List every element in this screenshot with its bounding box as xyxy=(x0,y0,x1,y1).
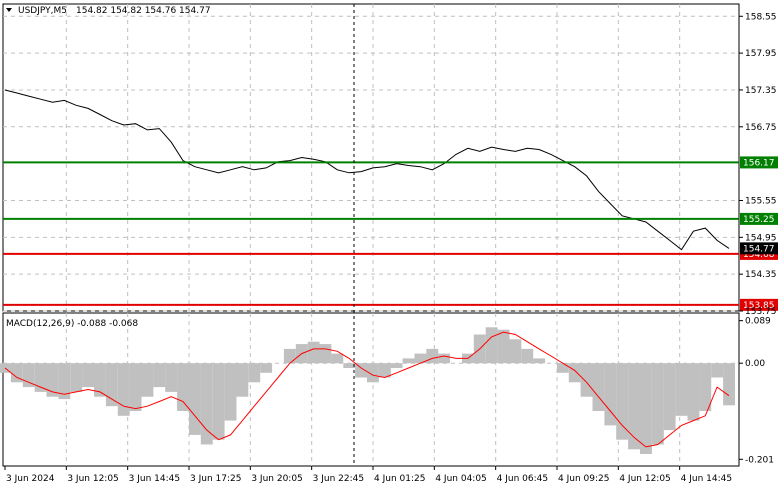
price-tick-label: 154.35 xyxy=(745,270,777,280)
price-tick-label: 157.95 xyxy=(745,49,777,59)
macd-bar xyxy=(556,363,569,373)
macd-bar xyxy=(129,363,142,411)
macd-bar xyxy=(533,358,546,364)
macd-bar xyxy=(675,363,688,416)
macd-bar xyxy=(141,363,154,397)
time-axis: 3 Jun 2024 3 Jun 12:05 3 Jun 14:45 3 Jun 17… xyxy=(4,466,732,484)
time-tick-label: 4 Jun 14:45 xyxy=(681,474,732,484)
macd-bar xyxy=(723,363,735,406)
price-tick-label: 158.55 xyxy=(745,12,777,22)
macd-bar xyxy=(640,363,652,454)
macd-bar xyxy=(260,363,273,373)
macd-bar xyxy=(153,363,166,388)
price-pane[interactable] xyxy=(2,3,740,312)
trading-terminal-chart[interactable]: 156.17155.25154.68153.85154.77 158.55157… xyxy=(0,0,781,489)
macd-bar xyxy=(497,329,510,364)
price-tick-label: 157.35 xyxy=(745,86,777,96)
macd-bar xyxy=(189,363,201,435)
macd-header: MACD(12,26,9) -0.088 -0.068 xyxy=(6,319,138,329)
macd-tick-label: 0.00 xyxy=(745,359,765,369)
macd-bar xyxy=(592,363,605,411)
macd-bar xyxy=(224,363,237,421)
time-tick-label: 3 Jun 2024 xyxy=(6,474,55,484)
price-tick-label: 155.55 xyxy=(745,196,777,206)
time-tick-label: 4 Jun 09:25 xyxy=(558,474,609,484)
level-price-label: 155.25 xyxy=(743,215,775,225)
level-price-label: 156.17 xyxy=(743,158,775,168)
macd-bar xyxy=(616,363,629,440)
ohlc-values: 154.82 154.82 154.76 154.77 xyxy=(76,6,211,16)
time-tick-label: 4 Jun 12:05 xyxy=(619,474,670,484)
macd-bar xyxy=(687,363,700,421)
macd-bar xyxy=(82,363,94,388)
macd-bar xyxy=(307,341,320,364)
macd-bar xyxy=(236,363,249,397)
macd-bar xyxy=(699,363,712,411)
macd-axis: 0.089 0.00 -0.201 xyxy=(739,317,774,465)
macd-bar xyxy=(651,363,664,445)
macd-bar xyxy=(331,353,344,364)
macd-bar xyxy=(521,348,534,364)
time-tick-label: 3 Jun 12:05 xyxy=(67,474,118,484)
macd-bar xyxy=(485,327,498,364)
macd-bar xyxy=(711,363,724,378)
macd-bar xyxy=(343,363,356,368)
time-tick-label: 3 Jun 17:25 xyxy=(190,474,241,484)
macd-bar xyxy=(319,344,332,364)
price-tick-label: 153.75 xyxy=(745,307,777,317)
symbol-label: USDJPY,M5 xyxy=(18,6,67,16)
macd-bar xyxy=(248,363,261,383)
macd-bar xyxy=(568,363,581,383)
macd-tick-label: -0.201 xyxy=(745,455,774,465)
macd-bar xyxy=(509,339,522,364)
time-tick-label: 4 Jun 04:05 xyxy=(435,474,486,484)
macd-bar xyxy=(438,353,451,364)
macd-bar xyxy=(177,363,189,411)
time-tick-label: 3 Jun 20:05 xyxy=(251,474,302,484)
price-tick-label: 156.75 xyxy=(745,123,777,133)
macd-bar xyxy=(663,363,676,431)
macd-bar xyxy=(426,348,439,364)
macd-bar xyxy=(212,363,225,440)
price-tick-label: 154.95 xyxy=(745,233,777,243)
macd-bar xyxy=(165,363,178,392)
macd-bar xyxy=(390,363,403,368)
macd-bar xyxy=(117,363,130,416)
macd-bar xyxy=(628,363,640,450)
macd-bar xyxy=(283,348,296,364)
macd-bar xyxy=(200,363,213,445)
macd-bar xyxy=(580,363,593,397)
time-tick-label: 3 Jun 22:45 xyxy=(313,474,364,484)
macd-bar xyxy=(105,363,118,407)
time-tick-label: 4 Jun 06:45 xyxy=(497,474,548,484)
time-tick-label: 3 Jun 14:45 xyxy=(129,474,180,484)
time-tick-label: 4 Jun 01:25 xyxy=(374,474,425,484)
macd-tick-label: 0.089 xyxy=(745,317,771,327)
macd-bar xyxy=(402,358,415,364)
macd-bar xyxy=(70,363,83,392)
current-price-label: 154.77 xyxy=(743,244,775,254)
